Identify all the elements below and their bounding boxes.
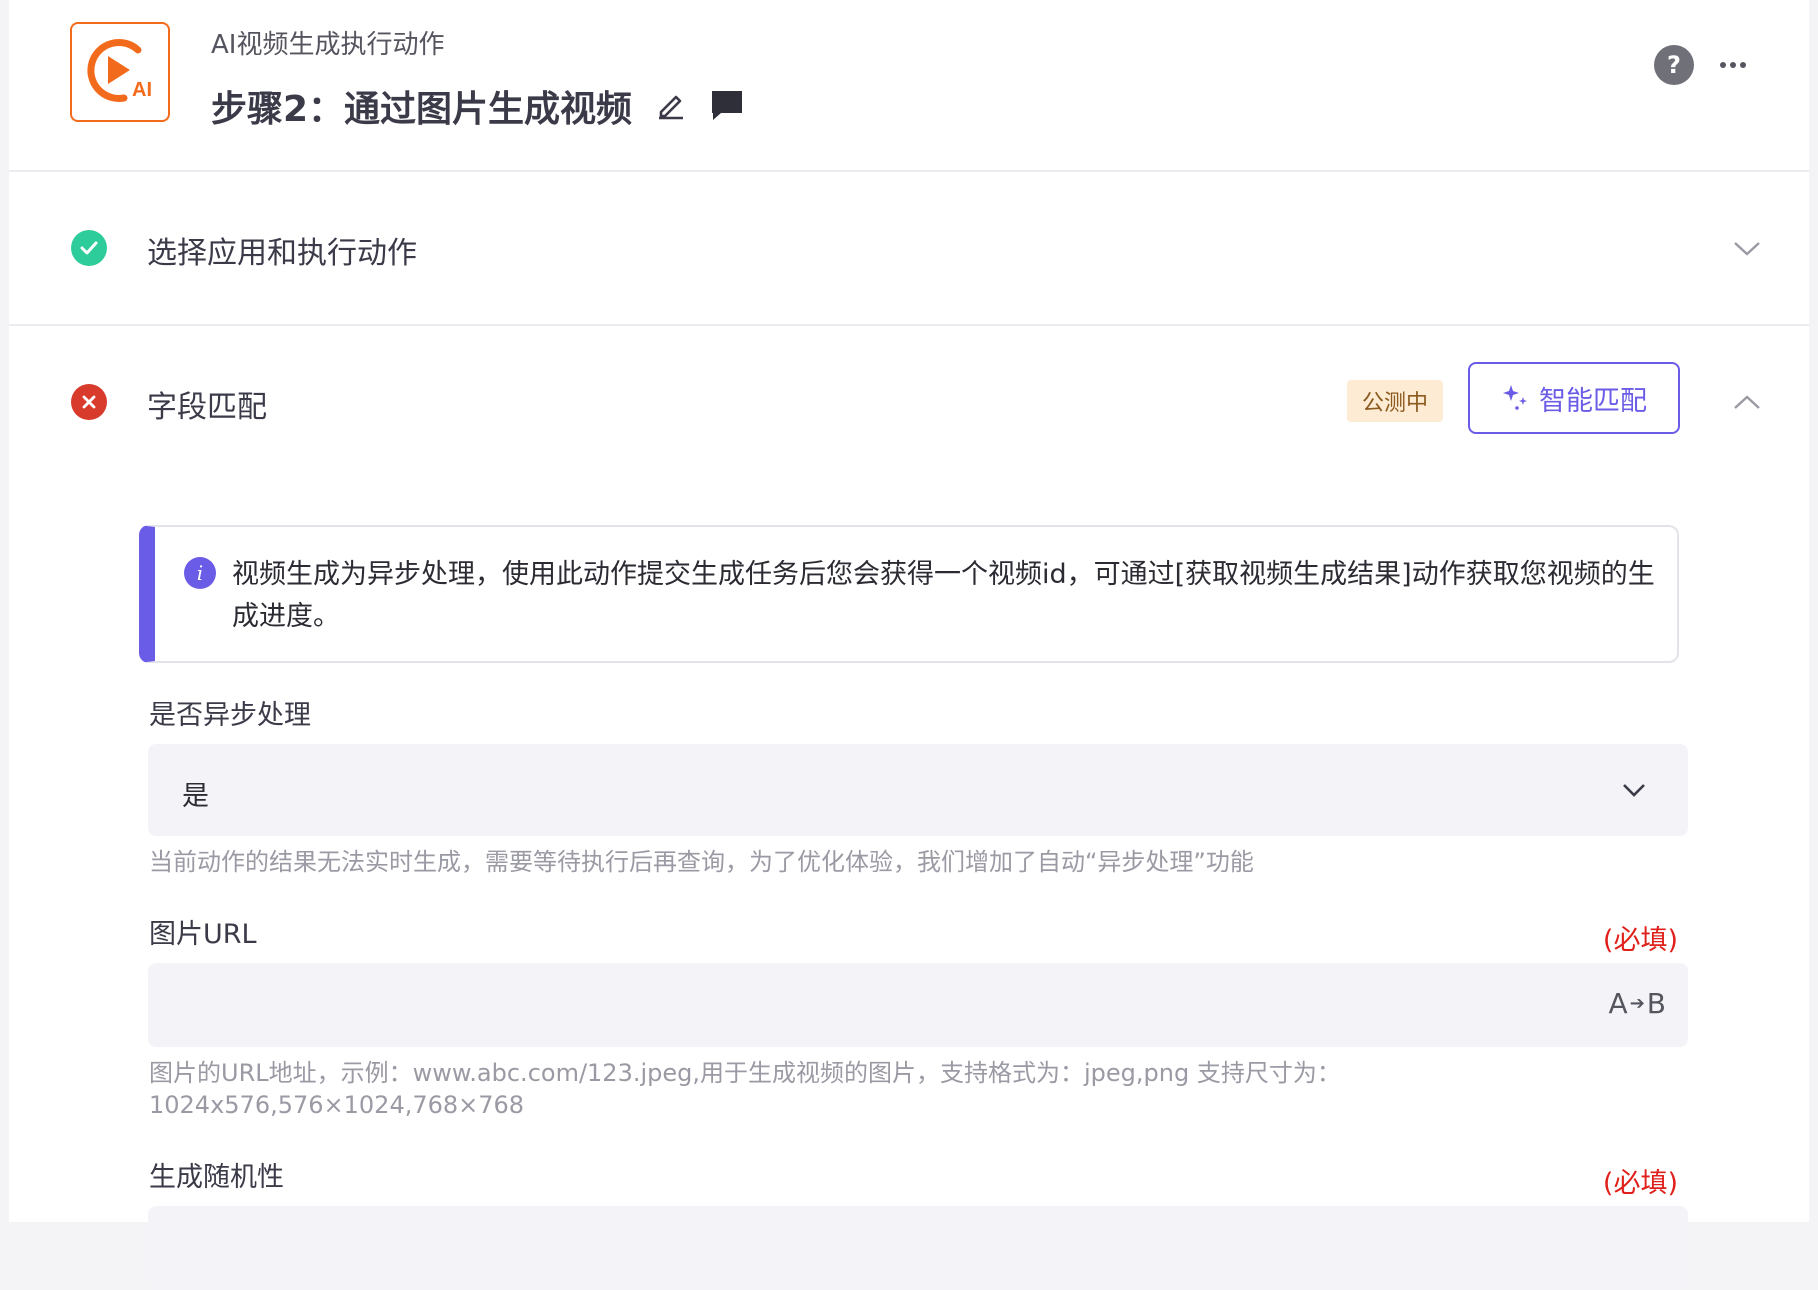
smart-match-label: 智能匹配 — [1539, 385, 1647, 417]
check-circle-icon — [71, 230, 107, 266]
async-select[interactable]: 是 — [148, 744, 1688, 836]
sparkle-icon — [1503, 385, 1527, 410]
image-url-field-hint: 图片的URL地址，示例：www.abc.com/123.jpeg,用于生成视频的… — [149, 1059, 1341, 1119]
ai-video-logo-icon: AI — [87, 38, 152, 102]
info-box: i 视频生成为异步处理，使用此动作提交生成任务后您会获得一个视频id，可通过[获… — [139, 525, 1679, 663]
image-url-field-label: 图片URL — [149, 919, 257, 950]
svg-text:AI: AI — [132, 79, 152, 101]
text-transform-icon[interactable]: A ➔ B — [1609, 987, 1666, 1020]
header-divider — [9, 170, 1809, 172]
help-icon[interactable]: ? — [1654, 45, 1694, 85]
section-select-app[interactable]: 选择应用和执行动作 — [9, 198, 1809, 298]
beta-badge: 公测中 — [1347, 380, 1443, 422]
image-url-input[interactable]: A ➔ B — [148, 963, 1688, 1047]
chevron-down-icon — [1616, 772, 1652, 808]
app-name: AI视频生成执行动作 — [211, 30, 445, 60]
randomness-required-mark: (必填) — [1602, 1168, 1678, 1199]
more-icon[interactable] — [1717, 50, 1749, 80]
app-logo: AI — [70, 22, 170, 122]
image-url-required-mark: (必填) — [1602, 925, 1678, 956]
chevron-down-icon[interactable] — [1729, 230, 1765, 266]
comment-icon[interactable] — [709, 88, 745, 122]
randomness-field-label: 生成随机性 — [149, 1162, 284, 1193]
async-field-label: 是否异步处理 — [149, 700, 311, 731]
chevron-up-icon[interactable] — [1729, 384, 1765, 420]
main-panel: AI AI视频生成执行动作 步骤2：通过图片生成视频 ? 选择应用和执行动作 字… — [9, 0, 1809, 1290]
section-title-field-match: 字段匹配 — [147, 390, 267, 425]
error-circle-icon — [71, 384, 107, 420]
randomness-input[interactable] — [148, 1206, 1688, 1290]
async-field-hint: 当前动作的结果无法实时生成，需要等待执行后再查询，为了优化体验，我们增加了自动“… — [149, 848, 1254, 876]
step-title: 步骤2：通过图片生成视频 — [211, 89, 633, 130]
edit-icon[interactable] — [655, 88, 687, 120]
smart-match-button[interactable]: 智能匹配 — [1468, 362, 1680, 434]
section-divider — [9, 324, 1809, 326]
async-select-value: 是 — [182, 781, 209, 812]
info-icon: i — [184, 557, 216, 589]
info-text: 视频生成为异步处理，使用此动作提交生成任务后您会获得一个视频id，可通过[获取视… — [232, 559, 1655, 632]
section-title-select-app: 选择应用和执行动作 — [147, 236, 417, 271]
